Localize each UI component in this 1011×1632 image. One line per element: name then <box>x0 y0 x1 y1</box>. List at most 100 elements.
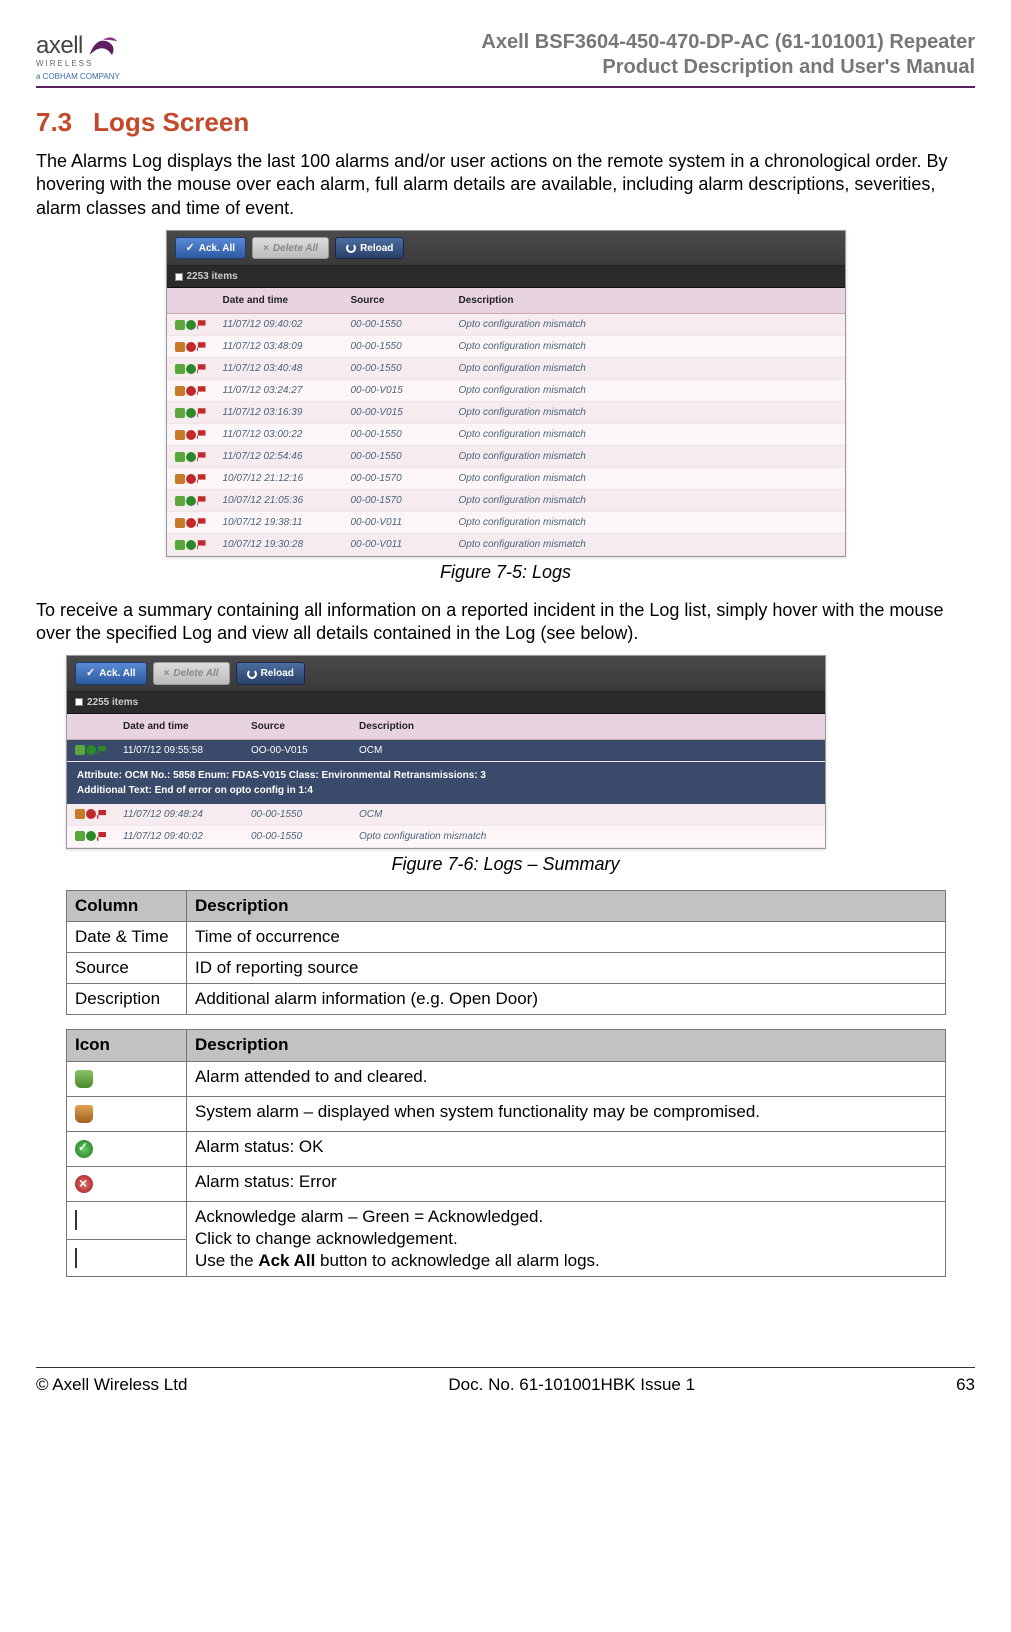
footer-copyright: © Axell Wireless Ltd <box>36 1374 187 1396</box>
log-row[interactable]: 10/07/12 19:38:1100-00-V011Opto configur… <box>167 512 845 534</box>
row-source: 00-00-V011 <box>351 516 451 529</box>
col-description: Description <box>359 720 817 733</box>
log-row[interactable]: 11/07/12 02:54:4600-00-1550Opto configur… <box>167 446 845 468</box>
cell-column: Description <box>67 984 187 1015</box>
collapse-icon[interactable] <box>75 698 83 706</box>
cell-icon <box>67 1061 187 1096</box>
flag-icon <box>197 452 206 461</box>
row-datetime: 11/07/12 03:48:09 <box>223 340 343 353</box>
log-row[interactable]: 11/07/12 03:00:2200-00-1550Opto configur… <box>167 424 845 446</box>
log-row[interactable]: 11/07/12 09:40:0200-00-1550Opto configur… <box>167 314 845 336</box>
row-datetime: 10/07/12 19:30:28 <box>223 538 343 551</box>
log-row[interactable]: 10/07/12 21:12:1600-00-1570Opto configur… <box>167 468 845 490</box>
bell-icon <box>175 408 185 418</box>
log-rows: 11/07/12 09:40:0200-00-1550Opto configur… <box>167 314 845 556</box>
cell-description: Additional alarm information (e.g. Open … <box>187 984 946 1015</box>
log-row[interactable]: 11/07/12 09:48:2400-00-1550OCM <box>67 804 825 826</box>
err-icon <box>186 430 196 440</box>
log-row[interactable]: 11/07/12 03:24:2700-00-V015Opto configur… <box>167 380 845 402</box>
ack-all-button[interactable]: ✓Ack. All <box>75 662 147 684</box>
toolbar: ✓Ack. All ×Delete All Reload <box>67 656 825 691</box>
row-source: 00-00-1550 <box>351 362 451 375</box>
bell-icon <box>175 342 185 352</box>
row-source: 00-00-1550 <box>351 340 451 353</box>
ok-icon <box>86 745 96 755</box>
delete-all-button[interactable]: ×Delete All <box>153 662 230 684</box>
reload-button[interactable]: Reload <box>335 237 404 259</box>
flag-icon <box>197 408 206 417</box>
ok-icon <box>186 452 196 462</box>
log-row[interactable]: 11/07/12 03:16:3900-00-V015Opto configur… <box>167 402 845 424</box>
logo-swirl-icon <box>85 32 121 60</box>
row-status-icons <box>175 450 215 463</box>
detail-tooltip: Attribute: OCM No.: 5858 Enum: FDAS-V015… <box>67 762 825 804</box>
bell-icon <box>75 809 85 819</box>
err-icon <box>186 474 196 484</box>
log-row[interactable]: 11/07/12 03:40:4800-00-1550Opto configur… <box>167 358 845 380</box>
flag-icon <box>197 320 206 329</box>
row-description: Opto configuration mismatch <box>459 472 837 485</box>
row-status-icons <box>175 472 215 485</box>
flag-icon <box>197 518 206 527</box>
items-count-bar: 2253 items <box>167 266 845 288</box>
page-header: axell WIRELESS a COBHAM COMPANY Axell BS… <box>36 30 975 88</box>
th-icon: Icon <box>67 1030 187 1061</box>
cell-description: Alarm status: OK <box>187 1131 946 1166</box>
bell-icon <box>175 364 185 374</box>
bell-icon <box>175 474 185 484</box>
err-icon <box>186 386 196 396</box>
ok-icon <box>186 408 196 418</box>
flag-icon <box>197 386 206 395</box>
row-description: Opto configuration mismatch <box>459 340 837 353</box>
reload-button[interactable]: Reload <box>236 662 305 684</box>
row-description: Opto configuration mismatch <box>459 384 837 397</box>
bell-icon <box>75 831 85 841</box>
row-datetime: 11/07/12 09:48:24 <box>123 808 243 821</box>
bell-icon <box>175 386 185 396</box>
hover-paragraph: To receive a summary containing all info… <box>36 599 975 646</box>
table-row: DescriptionAdditional alarm information … <box>67 984 946 1015</box>
log-row[interactable]: 11/07/12 09:40:0200-00-1550Opto configur… <box>67 826 825 848</box>
log-row[interactable]: 11/07/12 03:48:09 00-00-1550 Opto configur… <box>167 336 845 358</box>
row-status-icons <box>175 538 215 551</box>
column-description-table: Column Description Date & TimeTime of oc… <box>66 890 946 1015</box>
flag-icon <box>197 474 206 483</box>
cell-description: System alarm – displayed when system fun… <box>187 1096 946 1131</box>
check-icon: ✓ <box>186 241 195 255</box>
err-icon <box>186 342 196 352</box>
row-source: 00-00-1550 <box>351 318 451 331</box>
col-source: Source <box>251 720 351 733</box>
status-error-icon <box>75 1175 93 1193</box>
bell-icon <box>75 745 85 755</box>
x-icon: × <box>164 667 170 680</box>
logs-summary-screenshot: ✓Ack. All ×Delete All Reload 2255 items … <box>66 655 826 848</box>
th-column: Column <box>67 891 187 922</box>
selected-row[interactable]: 11/07/12 09:55:58 OO-00-V015 OCM <box>67 740 825 762</box>
row-description: Opto configuration mismatch <box>459 538 837 551</box>
cell-description: Alarm status: Error <box>187 1166 946 1201</box>
flag-icon <box>197 496 206 505</box>
table-row: SourceID of reporting source <box>67 953 946 984</box>
row-description: Opto configuration mismatch <box>459 516 837 529</box>
figure-caption-2: Figure 7-6: Logs – Summary <box>36 853 975 876</box>
collapse-icon[interactable] <box>175 273 183 281</box>
x-icon: × <box>263 242 269 255</box>
row-source: 00-00-1570 <box>351 494 451 507</box>
log-row[interactable]: 10/07/12 21:05:3600-00-1570Opto configur… <box>167 490 845 512</box>
delete-all-button[interactable]: ×Delete All <box>252 237 329 259</box>
flag-icon <box>197 540 206 549</box>
log-row[interactable]: 10/07/12 19:30:2800-00-V011Opto configur… <box>167 534 845 556</box>
flag-icon <box>197 430 206 439</box>
cell-description: ID of reporting source <box>187 953 946 984</box>
bell-icon <box>175 540 185 550</box>
table-row: Alarm status: Error <box>67 1166 946 1201</box>
row-datetime: 11/07/12 03:00:22 <box>223 428 343 441</box>
icon-description-table: Icon Description Alarm attended to and c… <box>66 1029 946 1277</box>
status-ok-icon <box>75 1140 93 1158</box>
ok-icon <box>186 364 196 374</box>
table-row: Date & TimeTime of occurrence <box>67 922 946 953</box>
row-description: Opto configuration mismatch <box>459 406 837 419</box>
th-description: Description <box>187 891 946 922</box>
ack-all-button[interactable]: ✓Ack. All <box>175 237 247 259</box>
row-status-icons <box>175 406 215 419</box>
